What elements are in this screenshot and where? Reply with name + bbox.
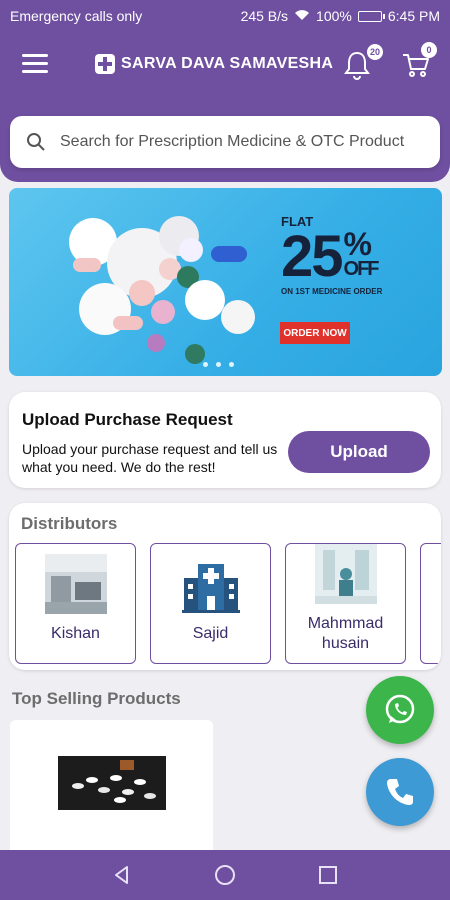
upload-title: Upload Purchase Request: [22, 410, 233, 429]
distributor-name: Mahmmad husain: [307, 615, 384, 652]
home-icon: [214, 865, 235, 885]
offer-pct-block: % OFF: [343, 226, 380, 285]
distributor-item[interactable]: Kishan: [15, 543, 136, 664]
offer-percent-block: 25 % OFF: [281, 224, 382, 289]
top-selling-title: Top Selling Products: [12, 689, 181, 708]
medical-cross-icon: [95, 54, 115, 74]
notification-badge: 20: [367, 44, 383, 60]
order-now-button[interactable]: ORDER NOW: [280, 322, 350, 344]
offer-text: FLAT 25 % OFF ON 1ST MEDICINE ORDER: [281, 214, 382, 296]
upload-description: Upload your purchase request and tell us…: [22, 441, 278, 475]
hospital-icon: [182, 564, 240, 613]
distributors-section: Distributors Kishan Sajid Mahmmad husain: [9, 503, 441, 670]
status-bar: Emergency calls only 245 B/s 100% 6:45 P…: [0, 0, 450, 32]
search-input[interactable]: Search for Prescription Medicine & OTC P…: [10, 116, 440, 168]
home-button[interactable]: [205, 855, 245, 895]
distributors-title: Distributors: [21, 514, 118, 533]
upload-button[interactable]: Upload: [288, 431, 430, 473]
whatsapp-icon: [385, 694, 415, 724]
phone-icon: [387, 779, 413, 805]
offer-percent: 25: [281, 224, 343, 289]
system-nav-bar: [0, 850, 450, 900]
battery-icon: [357, 10, 385, 22]
distributor-name: Kishan: [51, 625, 100, 642]
carousel-dot[interactable]: [203, 362, 208, 367]
battery-percent: 100%: [316, 8, 352, 24]
distributor-photo: [45, 554, 107, 614]
back-icon: [114, 866, 128, 884]
app-title: SARVA DAVA SAMAVESHA: [121, 55, 334, 72]
upload-card: Upload Purchase Request Upload your purc…: [9, 392, 441, 488]
cart-badge: 0: [421, 42, 437, 58]
recents-button[interactable]: [308, 855, 348, 895]
distributor-name: Sajid: [192, 625, 229, 642]
carousel-dots: [203, 362, 234, 367]
offer-subtext: ON 1ST MEDICINE ORDER: [281, 287, 383, 296]
back-button[interactable]: [102, 855, 142, 895]
notifications-button[interactable]: 20: [343, 44, 383, 84]
distributor-item[interactable]: Sajid: [150, 543, 271, 664]
search-icon: [27, 133, 45, 151]
carrier-text: Emergency calls only: [10, 8, 143, 24]
distributor-item[interactable]: Mahmmad husain: [285, 543, 406, 664]
app-brand: SARVA DAVA SAMAVESHA: [95, 54, 333, 74]
network-speed: 245 B/s: [240, 8, 289, 24]
status-indicators: 245 B/s 100% 6:45 PM: [241, 8, 440, 24]
menu-icon[interactable]: [22, 54, 48, 76]
carousel-dot[interactable]: [229, 362, 234, 367]
cart-button[interactable]: 0: [401, 42, 437, 84]
product-image: [58, 756, 166, 810]
offer-pct-sign: %: [343, 226, 372, 262]
recents-icon: [319, 866, 338, 884]
promo-banner[interactable]: FLAT 25 % OFF ON 1ST MEDICINE ORDER ORDE…: [9, 188, 442, 376]
product-card[interactable]: [10, 720, 213, 850]
search-placeholder: Search for Prescription Medicine & OTC P…: [60, 133, 405, 150]
distributor-item[interactable]: [420, 543, 441, 664]
carousel-dot[interactable]: [216, 362, 221, 367]
distributor-photo: [315, 544, 377, 604]
call-button[interactable]: [366, 758, 434, 826]
whatsapp-button[interactable]: [366, 676, 434, 744]
offer-off: OFF: [343, 258, 380, 280]
clock: 6:45 PM: [387, 8, 440, 24]
wifi-icon: [294, 8, 310, 24]
